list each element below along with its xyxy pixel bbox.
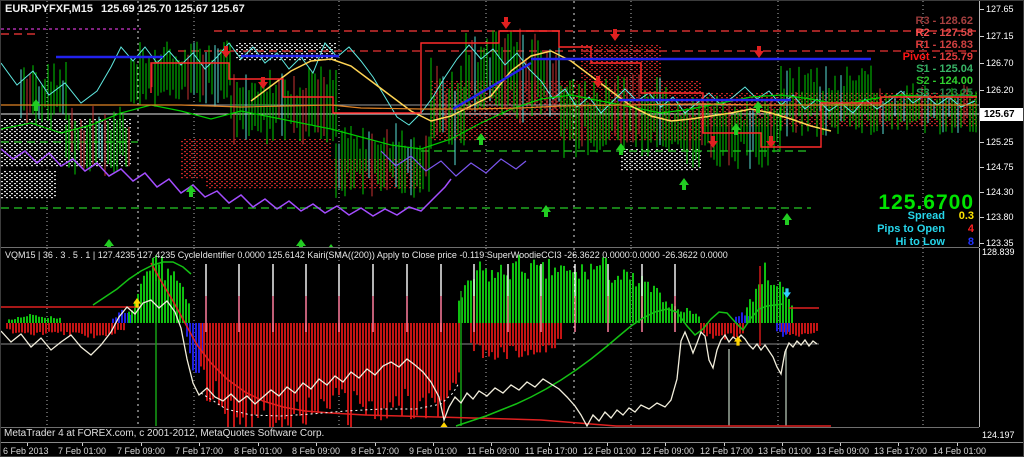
quote-row-label: Pips to Open	[877, 223, 948, 235]
price-axis-indicator[interactable]: 128.839124.197	[979, 248, 1024, 427]
pivot-level-value: - 123.25	[930, 87, 973, 99]
pivot-level-label: R1	[916, 39, 930, 51]
signal-down-arrow-icon	[783, 288, 791, 298]
status-text: MetaTrader 4 at FOREX.com, c 2001-2012, …	[4, 428, 324, 439]
time-label: 8 Feb 09:00	[292, 446, 340, 456]
mt4-chart-window: EURJPYFXF,M15 125.69 125.70 125.67 125.67…	[0, 0, 1024, 457]
time-label: 14 Feb 01:00	[933, 446, 986, 456]
pivot-level-value: - 125.04	[930, 63, 973, 75]
pivot-level-value: - 128.62	[930, 15, 973, 27]
time-label: 13 Feb 01:00	[758, 446, 811, 456]
time-label: 13 Feb 09:00	[816, 446, 869, 456]
main-chart-panel[interactable]: EURJPYFXF,M15 125.69 125.70 125.67 125.67…	[1, 1, 979, 248]
pivot-level-value: - 127.58	[930, 27, 973, 39]
pivot-level-row: S1 - 125.04	[903, 63, 973, 75]
price-axis-tick: 125.25	[980, 137, 1024, 147]
pivot-level-row: R2 - 127.58	[903, 27, 973, 39]
time-label: 7 Feb 09:00	[117, 446, 165, 456]
status-bar: MetaTrader 4 at FOREX.com, c 2001-2012, …	[1, 428, 1024, 441]
price-axis-tick: 126.20	[980, 85, 1024, 95]
buy-arrow-icon	[326, 244, 336, 247]
pivot-level-label: S2	[916, 75, 929, 87]
buy-arrow-icon	[782, 213, 792, 225]
time-label: 11 Feb 09:00	[467, 446, 519, 456]
current-price-box: 125.67	[980, 108, 1024, 121]
buy-arrow-icon	[541, 205, 551, 217]
cycle-green-main	[456, 304, 783, 426]
time-label: 12 Feb 09:00	[641, 446, 694, 456]
buy-arrow-icon	[296, 239, 306, 247]
time-label: 7 Feb 01:00	[58, 446, 106, 456]
dotted-cloud-white	[621, 149, 701, 171]
price-axis-tick: 126.70	[980, 58, 1024, 68]
dotted-cloud-red	[206, 159, 421, 189]
pivot-level-label: R2	[916, 27, 930, 39]
time-label: 12 Feb 01:00	[583, 446, 636, 456]
pivot-level-label: S3	[916, 87, 929, 99]
quote-row-label: Hi to Low	[895, 236, 948, 248]
pivot-level-value: - 125.79	[930, 51, 973, 63]
time-label: 9 Feb 01:00	[409, 446, 457, 456]
buy-arrow-icon	[679, 178, 689, 190]
symbol-timeframe-label: EURJPYFXF,M15	[5, 3, 93, 15]
quote-row-value: 4	[948, 223, 974, 235]
price-axis-tick: 123.80	[980, 212, 1024, 222]
time-label: 7 Feb 17:00	[175, 446, 223, 456]
indicator-panel[interactable]: VQM15 | 36 . 3 . 5 . 1 | 127.4235 127.42…	[1, 248, 979, 428]
quote-row: Pips to Open 4	[877, 223, 974, 235]
pivot-level-row: S2 - 124.00	[903, 75, 973, 87]
pivot-level-label: S1	[916, 63, 929, 75]
time-label: 12 Feb 17:00	[700, 446, 753, 456]
pivot-level-label: R3	[916, 15, 930, 27]
time-axis[interactable]: 6 Feb 2013 7 Feb 01:00 7 Feb 09:00 7 Feb 17…	[1, 442, 1024, 457]
pivot-level-row: S3 - 123.25	[903, 87, 973, 99]
pivot-level-value: - 124.00	[930, 75, 973, 87]
quote-row-value: 8	[948, 236, 974, 248]
price-axis-tick: 127.65	[980, 4, 1024, 14]
price-axis-tick: 124.30	[980, 187, 1024, 197]
quote-block: 125.6700 Spread 0.3Pips to Open 4Hi to L…	[877, 197, 974, 248]
sell-arrow-icon	[754, 46, 764, 58]
quote-price: 125.6700	[877, 197, 974, 209]
time-label: 8 Feb 17:00	[351, 446, 399, 456]
ohlc-values: 125.69 125.70 125.67 125.67	[101, 3, 245, 15]
pivot-level-row: Pivot - 125.79	[903, 51, 973, 63]
pivot-level-row: R1 - 126.83	[903, 39, 973, 51]
buy-arrow-icon	[104, 239, 114, 247]
time-label: 8 Feb 01:00	[234, 446, 282, 456]
signal-up-arrow-icon	[440, 422, 448, 427]
quote-row-value: 0.3	[948, 210, 974, 222]
main-chart-canvas[interactable]	[1, 1, 979, 247]
sell-arrow-icon	[501, 17, 511, 29]
pivot-level-row: R3 - 128.62	[903, 15, 973, 27]
pivot-level-value: - 126.83	[930, 39, 973, 51]
quote-row: Hi to Low 8	[877, 236, 974, 248]
time-label: 13 Feb 17:00	[874, 446, 927, 456]
time-label: 11 Feb 17:00	[525, 446, 577, 456]
price-axis-main[interactable]: 127.65127.15126.70126.20125.75125.25124.…	[979, 1, 1024, 247]
chart-title: EURJPYFXF,M15 125.69 125.70 125.67 125.67	[5, 3, 245, 15]
indicator-axis-tick: 128.839	[982, 247, 1015, 257]
quote-row-label: Spread	[908, 210, 948, 222]
pivot-levels-block: R3 - 128.62R2 - 127.58R1 - 126.83Pivot -…	[903, 15, 973, 99]
price-axis-tick: 127.15	[980, 31, 1024, 41]
dotted-cloud-white	[1, 171, 56, 199]
price-axis-tick: 124.75	[980, 162, 1024, 172]
indicator-header: VQM15 | 36 . 3 . 5 . 1 | 127.4235 127.42…	[5, 250, 728, 260]
pivot-level-label: Pivot	[903, 51, 930, 63]
time-label: 6 Feb 2013	[3, 446, 49, 456]
indicator-canvas[interactable]	[1, 248, 979, 427]
